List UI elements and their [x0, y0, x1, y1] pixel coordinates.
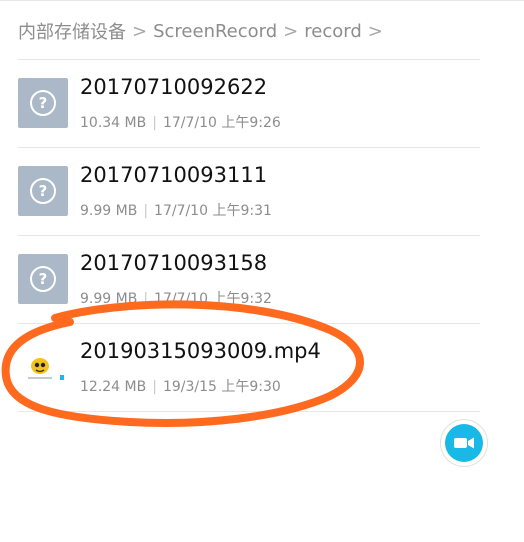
file-size: 10.34 MB: [80, 115, 147, 131]
breadcrumb-separator-icon: >: [132, 20, 148, 42]
row-divider: [18, 323, 480, 324]
file-date: 19/3/15 上午9:30: [162, 379, 281, 395]
file-row[interactable]: ? 20170710093111 9.99 MB | 17/7/10 上午9:31: [0, 147, 524, 235]
question-mark-icon: ?: [30, 266, 56, 292]
question-mark-icon: ?: [30, 90, 56, 116]
breadcrumb-item-record[interactable]: record: [304, 21, 362, 42]
file-list: ? 20170710092622 10.34 MB | 17/7/10 上午9:26…: [0, 59, 524, 412]
file-size: 9.99 MB: [80, 203, 138, 219]
file-size: 12.24 MB: [80, 379, 147, 395]
unknown-file-icon: ?: [18, 78, 68, 128]
file-date: 17/7/10 上午9:26: [162, 115, 281, 131]
file-name: 20170710093111: [80, 163, 268, 187]
screen-record-button[interactable]: [441, 420, 487, 466]
row-divider: [18, 235, 480, 236]
list-end: [0, 411, 524, 412]
breadcrumb-item-screenrecord[interactable]: ScreenRecord: [153, 21, 277, 42]
breadcrumb-item-storage[interactable]: 内部存储设备: [18, 18, 126, 44]
unknown-file-icon: ?: [18, 166, 68, 216]
file-meta: 10.34 MB | 17/7/10 上午9:26: [80, 112, 281, 132]
file-meta: 9.99 MB | 17/7/10 上午9:31: [80, 200, 272, 220]
unknown-file-icon: ?: [18, 254, 68, 304]
file-name: 20170710093158: [80, 251, 268, 275]
file-row[interactable]: 20190315093009.mp4 12.24 MB | 19/3/15 上午9:…: [0, 323, 524, 411]
meta-divider: |: [152, 379, 157, 395]
top-divider: [0, 0, 524, 1]
row-divider: [18, 147, 480, 148]
breadcrumb: 内部存储设备 > ScreenRecord > record >: [18, 16, 383, 46]
row-divider: [18, 411, 480, 412]
file-row[interactable]: ? 20170710092622 10.34 MB | 17/7/10 上午9:26: [0, 59, 524, 147]
meta-divider: |: [143, 291, 149, 307]
file-meta: 12.24 MB | 19/3/15 上午9:30: [80, 376, 281, 396]
file-name: 20190315093009.mp4: [80, 339, 321, 363]
video-camera-icon: [454, 437, 474, 449]
video-thumbnail-icon: [28, 358, 64, 380]
file-row[interactable]: ? 20170710093158 9.99 MB | 17/7/10 上午9:32: [0, 235, 524, 323]
meta-divider: |: [143, 203, 149, 219]
row-divider: [18, 59, 480, 60]
breadcrumb-separator-icon: >: [367, 20, 383, 42]
file-date: 17/7/10 上午9:32: [154, 291, 272, 307]
file-date: 17/7/10 上午9:31: [154, 203, 272, 219]
file-name: 20170710092622: [80, 75, 268, 99]
file-size: 9.99 MB: [80, 291, 138, 307]
meta-divider: |: [152, 115, 157, 131]
breadcrumb-separator-icon: >: [283, 20, 299, 42]
file-meta: 9.99 MB | 17/7/10 上午9:32: [80, 288, 272, 308]
camera-icon: [445, 424, 483, 462]
question-mark-icon: ?: [30, 178, 56, 204]
